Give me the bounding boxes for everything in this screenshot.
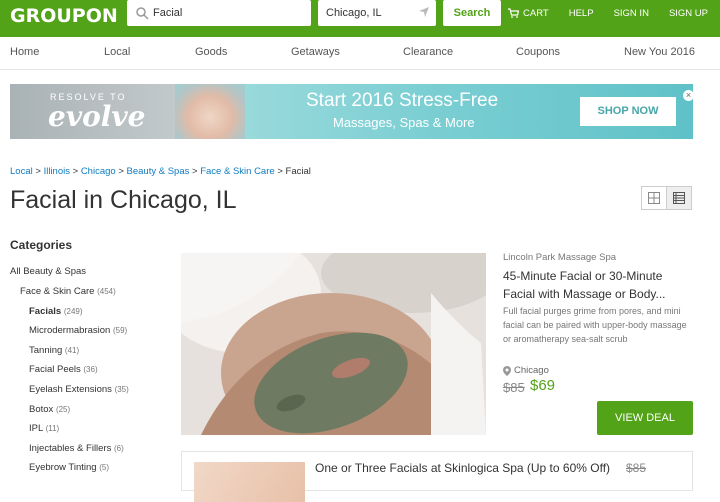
category-count: (6)	[114, 444, 124, 453]
sign-in-link[interactable]: SIGN IN	[614, 8, 649, 19]
grid-view-button[interactable]	[642, 187, 666, 209]
category-count: (5)	[99, 463, 110, 472]
breadcrumb-sep: >	[192, 166, 198, 177]
category-count: (59)	[112, 326, 128, 335]
list-view-button[interactable]	[666, 187, 691, 209]
category-injectables-fillers[interactable]: Injectables & Fillers (6)	[29, 443, 124, 454]
facial-photo	[181, 253, 486, 435]
location-arrow-icon[interactable]	[418, 6, 430, 18]
deal-2-image[interactable]	[194, 462, 305, 502]
category-label: Tanning	[29, 345, 63, 356]
deal-merchant: Lincoln Park Massage Spa	[503, 252, 617, 263]
deal-description: Full facial purges grime from pores, and…	[503, 306, 687, 344]
map-pin-icon	[503, 365, 511, 376]
deal-card-2[interactable]: One or Three Facials at Skinlogica Spa (…	[181, 451, 693, 502]
location-input[interactable]	[326, 0, 416, 26]
category-count: (454)	[97, 287, 116, 296]
breadcrumb-current: Facial	[285, 166, 311, 177]
category-label: Botox	[29, 404, 54, 415]
category-eyelash-extensions[interactable]: Eyelash Extensions (35)	[29, 384, 129, 395]
search-input[interactable]	[153, 0, 303, 26]
main-nav: Home Local Goods Getaways Clearance Coup…	[0, 37, 720, 70]
category-count: (41)	[64, 346, 80, 355]
close-icon[interactable]: ×	[683, 90, 693, 101]
top-bar: GROUPON Search CART HELP SIGN IN SIGN UP	[0, 0, 720, 37]
category-label: Injectables & Fillers	[29, 443, 112, 454]
category-label: Eyebrow Tinting	[29, 462, 97, 473]
view-deal-button[interactable]: VIEW DEAL	[597, 401, 693, 435]
nav-home[interactable]: Home	[10, 46, 39, 58]
page-title: Facial in Chicago, IL	[10, 186, 237, 214]
category-eyebrow-tinting[interactable]: Eyebrow Tinting (5)	[29, 462, 109, 473]
view-toggle	[641, 186, 692, 210]
category-label: Microdermabrasion	[29, 325, 111, 336]
breadcrumb-sep: >	[72, 166, 79, 177]
cart-label: CART	[523, 7, 549, 19]
cart-icon	[508, 8, 520, 18]
category-count: (35)	[114, 385, 129, 394]
deal-location-label: Chicago	[514, 365, 549, 376]
search-icon	[136, 7, 149, 20]
deal-2-original-price: $85	[626, 461, 647, 475]
category-label: All Beauty & Spas	[10, 266, 87, 277]
category-count: (249)	[63, 307, 83, 316]
help-link[interactable]: HELP	[569, 8, 594, 19]
category-count: (36)	[83, 365, 98, 374]
category-microdermabrasion[interactable]: Microdermabrasion (59)	[29, 325, 127, 336]
nav-clearance[interactable]: Clearance	[403, 46, 453, 58]
deal-original-price: $85	[503, 380, 525, 395]
location-field[interactable]	[318, 0, 436, 26]
category-count: (25)	[55, 405, 71, 414]
top-links: CART HELP SIGN IN SIGN UP	[508, 0, 708, 26]
category-facials[interactable]: Facials (249)	[29, 306, 83, 317]
banner-face-image	[175, 84, 245, 139]
breadcrumb-sep: >	[277, 166, 283, 177]
cart-link[interactable]: CART	[508, 8, 549, 19]
list-icon	[673, 192, 686, 204]
category-count: (11)	[45, 424, 60, 433]
category-ipl[interactable]: IPL (11)	[29, 423, 59, 434]
breadcrumb-beauty-spas[interactable]: Beauty & Spas	[127, 166, 190, 177]
deal-2-title[interactable]: One or Three Facials at Skinlogica Spa (…	[315, 460, 615, 476]
nav-coupons[interactable]: Coupons	[516, 46, 560, 58]
breadcrumb-chicago[interactable]: Chicago	[81, 166, 116, 177]
promo-banner[interactable]: RESOLVE TO evolve Start 2016 Stress-Free…	[10, 84, 693, 139]
banner-evolve-text: evolve	[48, 100, 146, 133]
deal-image[interactable]	[181, 253, 486, 435]
deal-title[interactable]: 45-Minute Facial or 30-Minute Facial wit…	[503, 267, 693, 303]
category-botox[interactable]: Botox (25)	[29, 404, 70, 415]
breadcrumb: Local > Illinois > Chicago > Beauty & Sp…	[10, 166, 311, 177]
breadcrumb-local[interactable]: Local	[10, 166, 33, 177]
breadcrumb-sep: >	[118, 166, 124, 177]
category-face-skin-care[interactable]: Face & Skin Care (454)	[20, 286, 116, 297]
category-label: IPL	[29, 423, 43, 434]
category-label: Facial Peels	[29, 364, 81, 375]
category-label: Face & Skin Care	[20, 286, 95, 297]
category-label: Facials	[29, 306, 62, 317]
nav-getaways[interactable]: Getaways	[291, 46, 340, 58]
nav-goods[interactable]: Goods	[195, 46, 227, 58]
breadcrumb-face-skin-care[interactable]: Face & Skin Care	[200, 166, 274, 177]
nav-local[interactable]: Local	[104, 46, 130, 58]
category-all-beauty-spas[interactable]: All Beauty & Spas	[10, 266, 86, 277]
search-field[interactable]	[127, 0, 311, 26]
deal-location: Chicago	[503, 365, 549, 376]
banner-subtitle: Massages, Spas & More	[333, 115, 475, 130]
category-label: Eyelash Extensions	[29, 384, 112, 395]
breadcrumb-sep: >	[35, 166, 41, 177]
breadcrumb-illinois[interactable]: Illinois	[44, 166, 70, 177]
banner-title: Start 2016 Stress-Free	[306, 90, 499, 111]
shop-now-button[interactable]: SHOP NOW	[580, 97, 676, 126]
category-tanning[interactable]: Tanning (41)	[29, 345, 79, 356]
groupon-logo[interactable]: GROUPON	[10, 3, 118, 29]
category-facial-peels[interactable]: Facial Peels (36)	[29, 364, 98, 375]
grid-icon	[648, 192, 661, 204]
categories-heading: Categories	[10, 238, 73, 252]
search-button[interactable]: Search	[443, 0, 501, 26]
nav-new-you-2016[interactable]: New You 2016	[624, 46, 695, 58]
deal-sale-price: $69	[530, 377, 556, 394]
sign-up-link[interactable]: SIGN UP	[669, 8, 708, 19]
